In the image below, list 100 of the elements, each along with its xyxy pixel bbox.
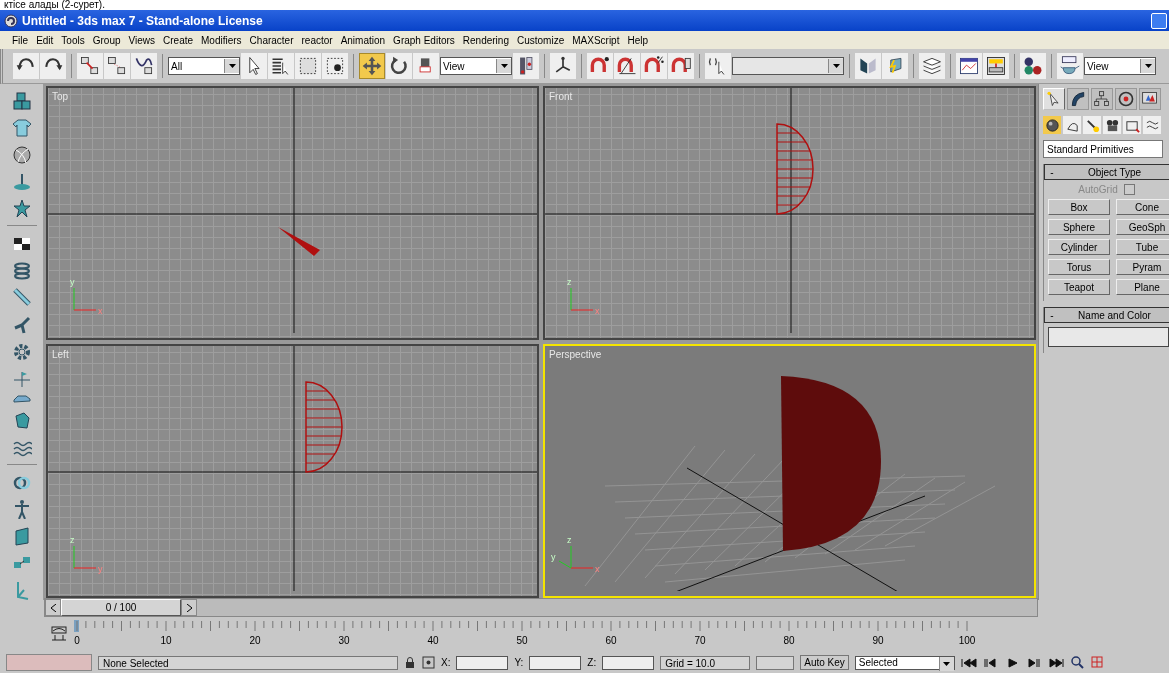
- selection-set-dropdown[interactable]: [732, 57, 844, 75]
- bind-button[interactable]: [131, 53, 157, 79]
- dropdown[interactable]: View: [440, 57, 512, 75]
- spheres-button[interactable]: [1020, 53, 1046, 79]
- teapot-icon: [1059, 55, 1081, 77]
- x-field[interactable]: [456, 655, 509, 670]
- object-type-button[interactable]: Cone: [1116, 199, 1169, 215]
- curve-editor-icon: [50, 624, 68, 642]
- menu-item[interactable]: Rendering: [458, 34, 513, 46]
- app-logo-icon: [4, 13, 18, 28]
- rollout-header[interactable]: - Object Type: [1044, 164, 1169, 180]
- category-button[interactable]: [1103, 116, 1121, 134]
- menu-item[interactable]: Edit: [32, 34, 58, 46]
- window-crossing-button[interactable]: [322, 53, 348, 79]
- window-crossing-icon: [324, 55, 346, 77]
- menu-item[interactable]: Create: [159, 34, 198, 46]
- pivot-button[interactable]: [513, 53, 539, 79]
- named-selection-button[interactable]: [705, 53, 731, 79]
- object-type-button[interactable]: Plane: [1116, 279, 1169, 295]
- move-button[interactable]: [359, 53, 385, 79]
- schematic-view-button[interactable]: [983, 53, 1009, 79]
- axis-label: y: [98, 564, 103, 574]
- panel-tab[interactable]: [1139, 88, 1161, 110]
- angle-magnet-button[interactable]: [614, 53, 640, 79]
- menu-item[interactable]: Help: [623, 34, 653, 46]
- y-field[interactable]: [529, 655, 582, 670]
- object-type-button[interactable]: Teapot: [1048, 279, 1110, 295]
- layers-button[interactable]: [919, 53, 945, 79]
- category-button[interactable]: [1143, 116, 1161, 134]
- align-button[interactable]: [882, 53, 908, 79]
- menu-item[interactable]: Tools: [57, 34, 89, 46]
- auto-key-button[interactable]: Auto Key: [800, 655, 849, 670]
- unlink-button[interactable]: [104, 53, 130, 79]
- rollout-header[interactable]: - Name and Color: [1044, 307, 1169, 323]
- menu-item[interactable]: Animation: [336, 34, 390, 46]
- current-frame-marker[interactable]: [74, 620, 79, 632]
- select-by-name-button[interactable]: [268, 53, 294, 79]
- panel-tab[interactable]: [1091, 88, 1113, 110]
- redo-button[interactable]: [40, 53, 66, 79]
- z-field[interactable]: [602, 655, 655, 670]
- object-type-button[interactable]: GeoSph: [1116, 219, 1169, 235]
- previous-button[interactable]: [45, 599, 61, 616]
- dropdown[interactable]: View: [1084, 57, 1156, 75]
- menu-item[interactable]: Group: [88, 34, 125, 46]
- category-button[interactable]: [1063, 116, 1081, 134]
- rotate-button[interactable]: [386, 53, 412, 79]
- curve-editor-icon: [958, 55, 980, 77]
- axis-label: x: [595, 564, 600, 574]
- object-type-button[interactable]: Torus: [1048, 259, 1110, 275]
- menu-item[interactable]: MAXScript: [568, 34, 624, 46]
- angle-magnet-icon: [616, 55, 638, 77]
- menu-item[interactable]: Character: [245, 34, 298, 46]
- object-type-button[interactable]: Box: [1048, 199, 1110, 215]
- curve-editor-button[interactable]: [956, 53, 982, 79]
- link-button[interactable]: [77, 53, 103, 79]
- menu-item[interactable]: File: [8, 34, 33, 46]
- window-title: Untitled - 3ds max 7 - Stand-alone License: [22, 13, 264, 28]
- category-button[interactable]: [1083, 116, 1101, 134]
- shirt-icon: [11, 117, 32, 137]
- dropdown[interactable]: All: [168, 57, 240, 75]
- pointer-button[interactable]: [241, 53, 267, 79]
- menu-item[interactable]: Views: [124, 34, 159, 46]
- timeline-ruler[interactable]: 0 10 20 30 40 50 60 70 80 90 100: [74, 618, 979, 648]
- unlink-icon: [106, 55, 128, 77]
- teapot-button[interactable]: [1057, 53, 1083, 79]
- menu-item[interactable]: Modifiers: [197, 34, 246, 46]
- object-type-button[interactable]: Pyram: [1116, 259, 1169, 275]
- time-slider-thumb[interactable]: 0 / 100: [61, 599, 181, 616]
- rectangle-selection-button[interactable]: [295, 53, 321, 79]
- object-type-button[interactable]: Tube: [1116, 239, 1169, 255]
- mirror-button[interactable]: [855, 53, 881, 79]
- dropdown[interactable]: Selected: [854, 655, 955, 670]
- axis-constraint-button[interactable]: [550, 53, 576, 79]
- menu-item[interactable]: Graph Editors: [389, 34, 459, 46]
- window-button[interactable]: [1151, 12, 1167, 29]
- magnet-button[interactable]: [587, 53, 613, 79]
- name-field[interactable]: [1048, 327, 1169, 347]
- caret-icon: [228, 64, 236, 68]
- checkbox[interactable]: [1123, 184, 1135, 195]
- spinner-magnet-button[interactable]: [668, 53, 694, 79]
- next-button[interactable]: [181, 599, 197, 616]
- category-button[interactable]: [1123, 116, 1141, 134]
- axis-tripod-drawing: [73, 287, 97, 311]
- z-label: Z:: [587, 657, 597, 668]
- object-type-button[interactable]: Cylinder: [1048, 239, 1110, 255]
- axis-label: y: [70, 277, 75, 287]
- percent-magnet-button[interactable]: [641, 53, 667, 79]
- undo-button[interactable]: [13, 53, 39, 79]
- menu-item[interactable]: Customize: [512, 34, 569, 46]
- viewport[interactable]: Perspective z x y: [543, 344, 1036, 598]
- category-button[interactable]: [1043, 116, 1061, 134]
- axis-label: y: [551, 552, 556, 562]
- panel-tab[interactable]: [1115, 88, 1137, 110]
- object-type-button[interactable]: Sphere: [1048, 219, 1110, 235]
- panel-tab[interactable]: [1067, 88, 1089, 110]
- viewport-label[interactable]: Perspective: [549, 349, 602, 360]
- dropdown[interactable]: Standard Primitives: [1043, 140, 1163, 158]
- frame-number: 30: [338, 635, 350, 646]
- scale-button[interactable]: [413, 53, 439, 79]
- menu-item[interactable]: reactor: [297, 34, 337, 46]
